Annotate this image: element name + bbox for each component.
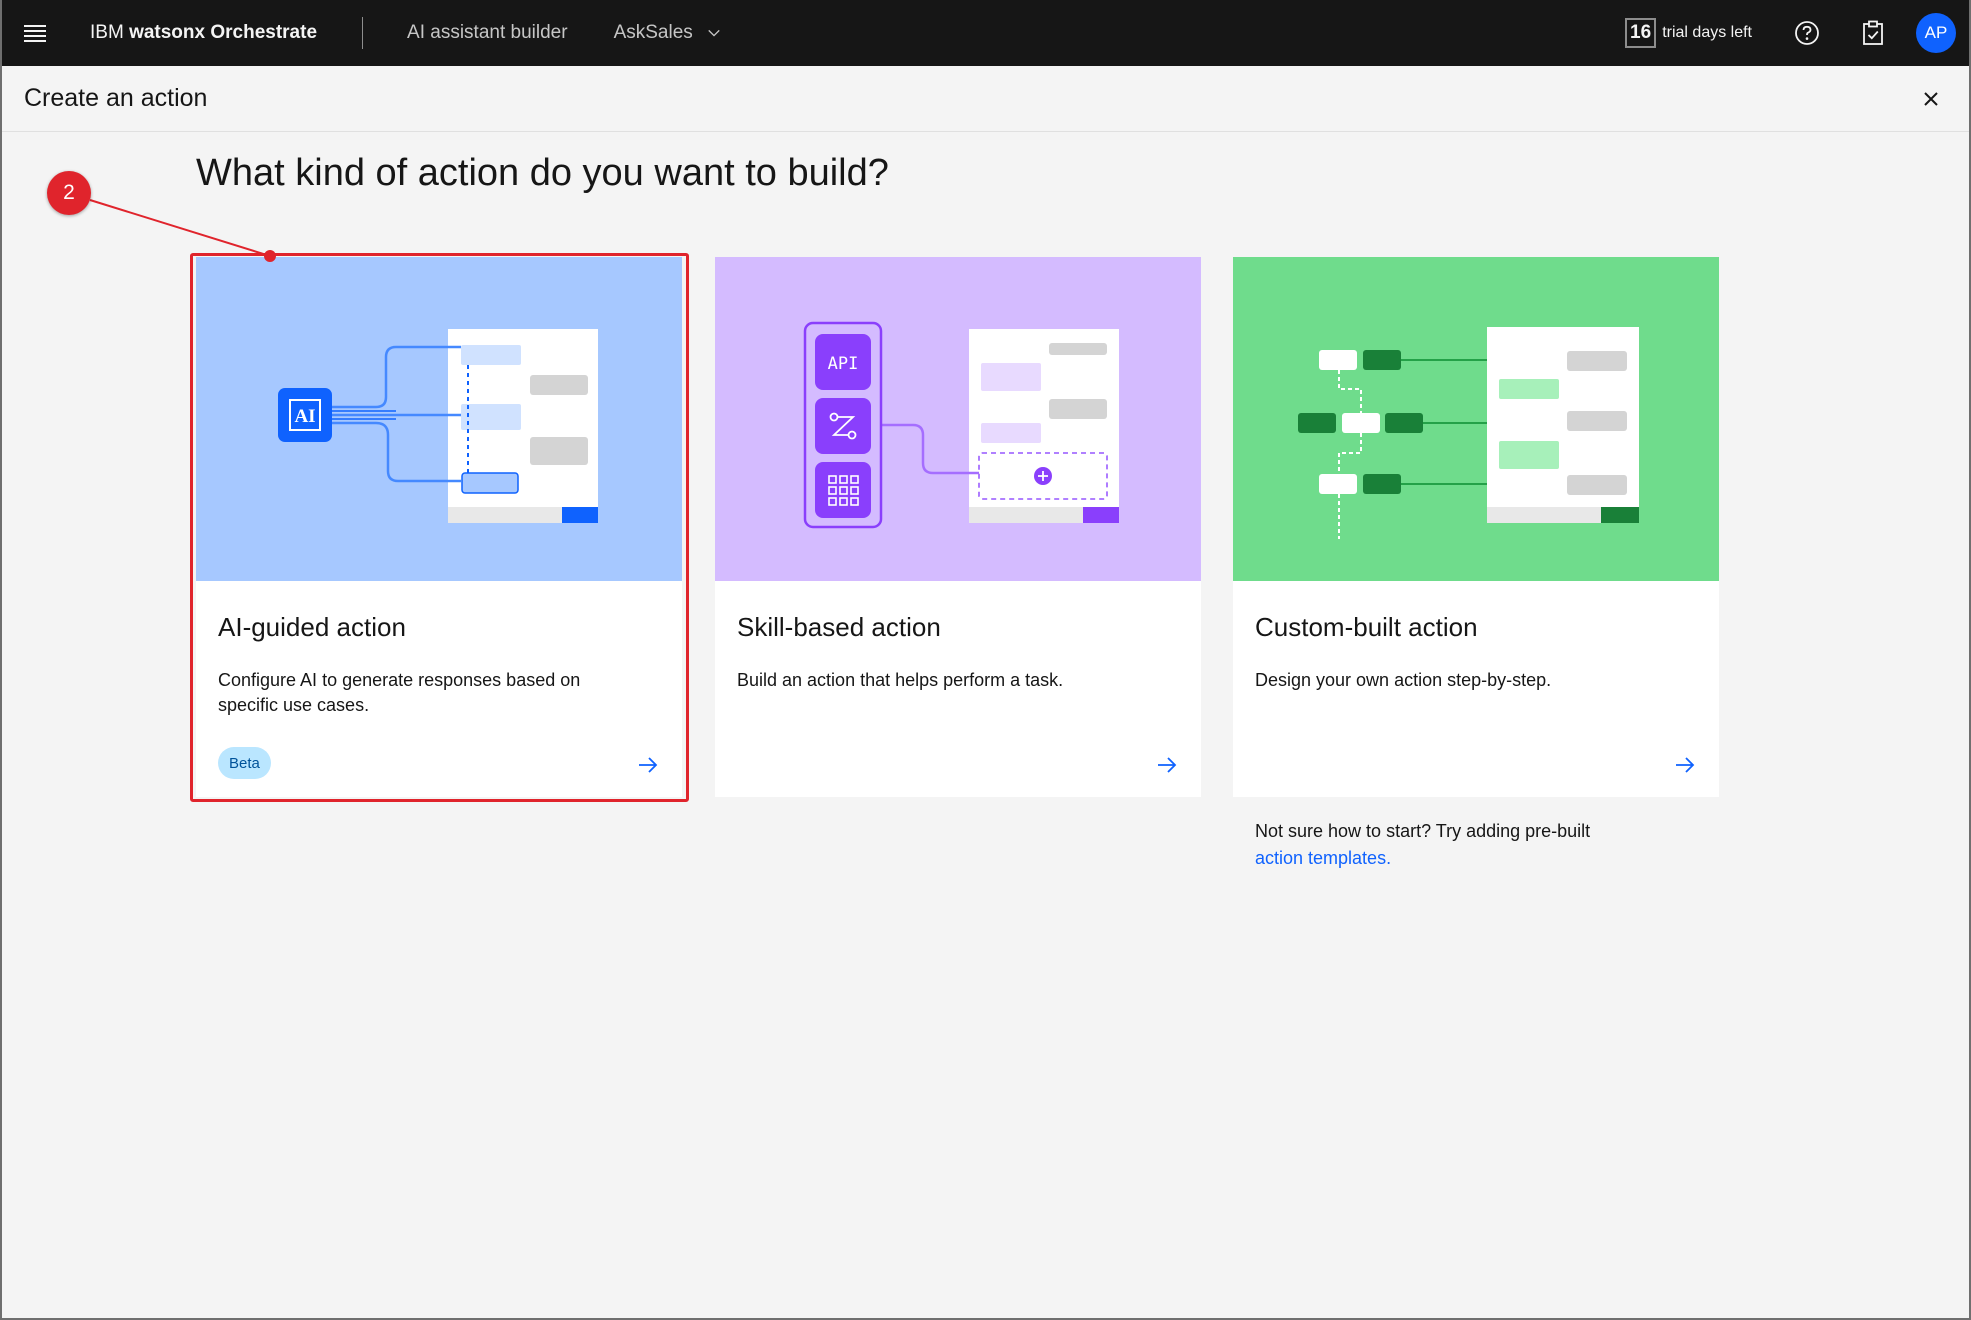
card-description: Configure AI to generate responses based… [218,670,581,715]
clipboard-check-icon [1863,20,1883,45]
window-border-left [0,0,2,1320]
brand-name: watsonx Orchestrate [129,22,318,43]
top-navigation-bar: IBM watsonx Orchestrate AI assistant bui… [2,0,1969,66]
action-templates-link[interactable]: action templates. [1255,848,1391,868]
close-button[interactable] [1915,83,1947,115]
beta-badge: Beta [218,747,271,779]
chevron-down-icon [708,29,720,37]
card-custom-built-action[interactable]: Custom-built action Design your own acti… [1233,257,1719,797]
brand-prefix: IBM [90,22,124,43]
help-icon [1795,21,1819,45]
assistant-selector-dropdown[interactable]: AskSales [614,22,721,44]
api-badge-label: API [828,354,859,374]
templates-hint-text: Not sure how to start? Try adding pre-bu… [1255,821,1591,841]
close-icon [1924,91,1938,106]
arrow-right-icon [1676,757,1695,773]
arrow-right-icon [639,757,658,773]
task-list-button[interactable] [1840,0,1906,66]
help-button[interactable] [1774,0,1840,66]
card-title: Skill-based action [737,612,941,642]
nav-ai-assistant-builder[interactable]: AI assistant builder [407,22,568,44]
page-title: Create an action [24,84,208,112]
card-title: Custom-built action [1255,612,1478,642]
card-title: AI-guided action [218,612,406,642]
annotation-step-marker: 2 [47,171,91,215]
card-skill-based-action[interactable]: API Skill-based action Build an action t… [715,257,1201,797]
hamburger-menu-button[interactable] [2,0,68,66]
ai-guided-illustration: AI [196,257,682,581]
trial-days-text: trial days left [1662,24,1752,41]
card-description: Build an action that helps perform a tas… [737,670,1064,690]
page-question-heading: What kind of action do you want to build… [196,152,889,194]
user-avatar[interactable]: AP [1916,13,1956,53]
hamburger-icon [24,25,46,42]
arrow-right-icon [1158,757,1177,773]
skill-based-illustration: API [715,257,1201,581]
ai-badge-label: AI [294,406,315,427]
templates-hint: Not sure how to start? Try adding pre-bu… [1255,818,1675,872]
card-description: Design your own action step-by-step. [1255,670,1552,690]
topbar-actions: 16 trial days left AP [1625,0,1969,66]
custom-built-illustration [1233,257,1719,581]
trial-indicator[interactable]: 16 trial days left [1625,18,1752,48]
assistant-selector-label: AskSales [613,22,693,43]
trial-days-count: 16 [1625,18,1657,48]
brand-divider [362,17,364,49]
product-brand[interactable]: IBM watsonx Orchestrate [90,22,317,44]
card-ai-guided-action[interactable]: AI AI-guided action Configure AI to gene… [196,257,682,797]
page-header: Create an action [2,66,1969,132]
